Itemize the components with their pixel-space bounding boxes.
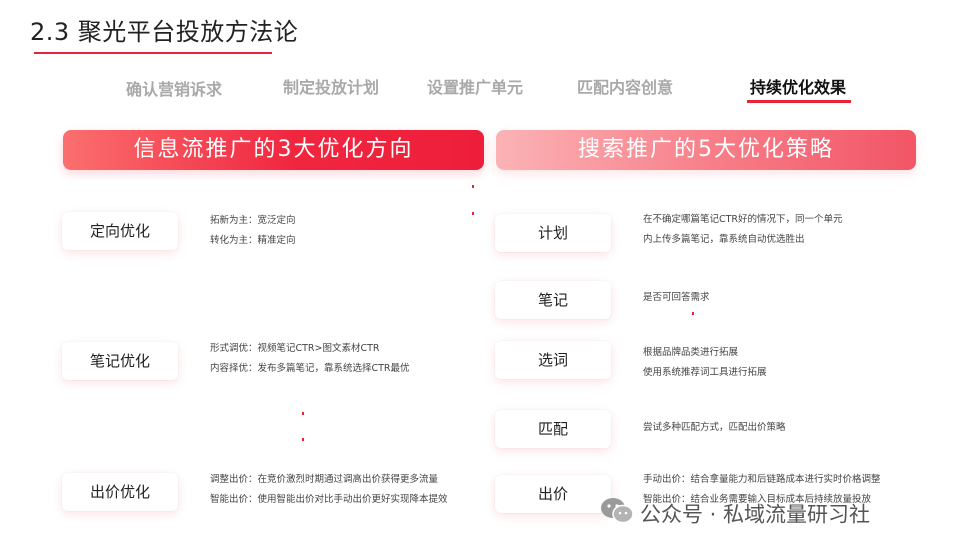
page-title: 2.3 聚光平台投放方法论 [30,18,299,46]
targeting-desc: 拓新为主：宽泛定向 转化为主：精准定向 [210,211,296,251]
card-r-bid: 出价 [495,475,611,513]
title-underline [34,52,272,54]
desc-line: 智能出价：使用智能出价对比手动出价更好实现降本提效 [210,494,448,505]
card-bid: 出价优化 [62,473,178,511]
watermark: 公众号 · 私域流量研习社 [600,496,870,528]
wechat-icon [600,496,634,533]
desc-line: 在不确定哪篇笔记CTR好的情况下，同一个单元 [643,214,843,225]
decor-dot [472,185,474,188]
watermark-text: 公众号 · 私域流量研习社 [640,502,871,527]
desc-line: 手动出价：结合拿量能力和后链路成本进行实时价格调整 [643,474,881,485]
desc-line: 内容择优：发布多篇笔记，靠系统选择CTR最优 [210,363,410,374]
desc-line: 形式调优：视频笔记CTR>图文素材CTR [210,343,380,354]
desc-line: 转化为主：精准定向 [210,235,296,246]
keyword-desc: 根据品牌品类进行拓展 使用系统推荐词工具进行拓展 [643,343,767,383]
desc-line: 使用系统推荐词工具进行拓展 [643,367,767,378]
card-match: 匹配 [495,410,611,448]
decor-dot [472,212,474,215]
desc-line: 根据品牌品类进行拓展 [643,347,739,358]
step-confirm-demand[interactable]: 确认营销诉求 [126,76,222,100]
card-note: 笔记优化 [62,342,178,380]
feed-banner: 信息流推广的3大优化方向 [63,130,484,170]
card-keyword: 选词 [495,341,611,379]
decor-dot [692,312,694,315]
search-banner: 搜索推广的5大优化策略 [496,130,916,170]
desc-line: 是否可回答需求 [643,292,710,303]
card-r-note: 笔记 [495,281,611,319]
desc-line: 内上传多篇笔记，靠系统自动优选胜出 [643,234,805,245]
bid-desc: 调整出价：在竞价激烈时期通过调高出价获得更多流量 智能出价：使用智能出价对比手动… [210,470,448,510]
note-desc: 形式调优：视频笔记CTR>图文素材CTR 内容择优：发布多篇笔记，靠系统选择CT… [210,339,410,379]
step-continuous-optimize[interactable]: 持续优化效果 [750,74,846,98]
desc-line: 拓新为主：宽泛定向 [210,215,296,226]
step-set-unit[interactable]: 设置推广单元 [427,74,523,98]
active-step-underline [747,100,851,103]
desc-line: 调整出价：在竞价激烈时期通过调高出价获得更多流量 [210,474,439,485]
step-make-plan[interactable]: 制定投放计划 [283,74,379,98]
plan-desc: 在不确定哪篇笔记CTR好的情况下，同一个单元 内上传多篇笔记，靠系统自动优选胜出 [643,210,843,250]
decor-dot [302,412,304,415]
match-desc: 尝试多种匹配方式，匹配出价策略 [643,418,786,438]
r-note-desc: 是否可回答需求 [643,288,710,308]
step-match-creative[interactable]: 匹配内容创意 [577,74,673,98]
card-plan: 计划 [495,214,611,252]
desc-line: 尝试多种匹配方式，匹配出价策略 [643,422,786,433]
card-targeting: 定向优化 [62,212,178,250]
decor-dot [302,438,304,441]
